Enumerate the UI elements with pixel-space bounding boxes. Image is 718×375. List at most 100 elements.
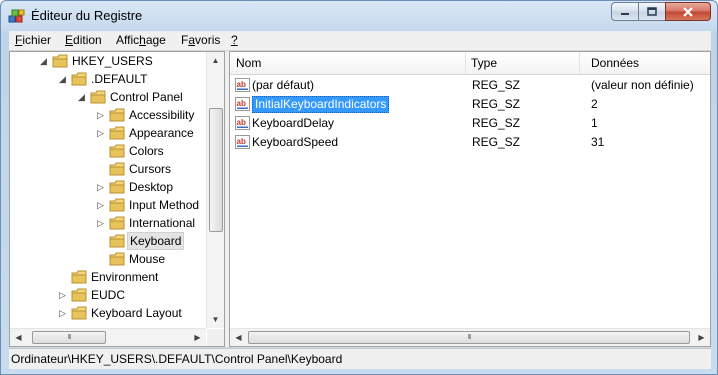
svg-text:ab: ab: [237, 99, 246, 108]
menu-favoris[interactable]: Favoris: [181, 33, 220, 47]
folder-icon: [109, 198, 125, 212]
string-value-icon: ab: [235, 78, 250, 92]
expand-arrow-icon[interactable]: ▷: [59, 304, 68, 322]
tree-item[interactable]: Mouse: [10, 250, 206, 268]
window-title: Éditeur du Registre: [31, 8, 143, 23]
column-header: Nom Type Données: [230, 52, 710, 75]
value-type: REG_SZ: [472, 97, 521, 111]
menu-affichage[interactable]: Affichage: [116, 33, 166, 47]
tree-item-label: Keyboard: [127, 232, 185, 250]
tree-horizontal-scrollbar[interactable]: ◀ III ▶: [10, 328, 206, 346]
minimize-icon: [621, 12, 629, 15]
scroll-up-arrow-icon[interactable]: ▲: [207, 52, 224, 69]
expand-arrow-icon[interactable]: ◢: [78, 88, 87, 106]
folder-icon: [109, 108, 125, 122]
tree-item-label: Desktop: [129, 180, 174, 194]
expand-arrow-icon[interactable]: ▷: [97, 106, 106, 124]
folder-icon: [71, 270, 87, 284]
folder-icon: [109, 126, 125, 140]
close-icon: [683, 6, 693, 17]
values-list[interactable]: Nom Type Données ◀ III ▶ ab (par défaut) R…: [229, 51, 711, 347]
tree-item[interactable]: Colors: [10, 142, 206, 160]
tree-item[interactable]: ▷ Keyboard Layout: [10, 304, 206, 322]
key-tree[interactable]: ▷ Keyboard Layout ▷ EUDC Environment Mouse Key…: [9, 51, 225, 347]
tree-item-label: Control Panel: [110, 90, 183, 104]
tree-item[interactable]: ▷ EUDC: [10, 286, 206, 304]
expand-arrow-icon[interactable]: ▷: [97, 124, 106, 142]
scroll-left-arrow-icon[interactable]: ◀: [230, 329, 247, 346]
tree-item[interactable]: Keyboard: [10, 232, 206, 250]
tree-item-label: Keyboard Layout: [91, 306, 182, 320]
tree-item-label: Input Method: [129, 198, 200, 212]
menu-bar: Fichier Edition Affichage Favoris ?: [9, 31, 711, 51]
expand-arrow-icon[interactable]: ◢: [40, 52, 49, 70]
value-row[interactable]: ab InitialKeyboardIndicators REG_SZ 2: [230, 95, 710, 114]
maximize-icon: [647, 7, 657, 16]
string-value-icon: ab: [235, 135, 250, 149]
tree-item[interactable]: ▷ Desktop: [10, 178, 206, 196]
value-row[interactable]: ab KeyboardDelay REG_SZ 1: [230, 114, 710, 133]
minimize-button[interactable]: [611, 2, 639, 21]
tree-item[interactable]: ◢ Control Panel: [10, 88, 206, 106]
expand-arrow-icon[interactable]: ▷: [97, 178, 106, 196]
tree-item[interactable]: ▷ Appearance: [10, 124, 206, 142]
title-bar[interactable]: Éditeur du Registre: [1, 1, 717, 29]
folder-icon: [71, 288, 87, 302]
folder-icon: [109, 144, 125, 158]
client-area: ▷ Keyboard Layout ▷ EUDC Environment Mouse Key…: [9, 51, 711, 347]
menu-help[interactable]: ?: [231, 33, 238, 47]
registry-editor-icon: [8, 9, 25, 23]
status-bar: Ordinateur\HKEY_USERS\.DEFAULT\Control P…: [9, 348, 711, 369]
maximize-button[interactable]: [638, 2, 666, 21]
list-hscroll-thumb[interactable]: III: [248, 331, 690, 344]
folder-icon: [109, 180, 125, 194]
column-type[interactable]: Type: [465, 52, 580, 74]
tree-item[interactable]: ▷ International: [10, 214, 206, 232]
value-row[interactable]: ab (par défaut) REG_SZ (valeur non définie): [230, 76, 710, 95]
tree-item[interactable]: ▷ Input Method: [10, 196, 206, 214]
tree-vscroll-thumb[interactable]: [209, 108, 223, 232]
folder-icon: [109, 234, 125, 248]
scroll-right-arrow-icon[interactable]: ▶: [189, 329, 206, 346]
tree-hscroll-thumb[interactable]: III: [32, 331, 106, 344]
close-button[interactable]: [665, 2, 711, 21]
value-name: (par défaut): [252, 78, 315, 92]
folder-icon: [109, 252, 125, 266]
string-value-icon: ab: [235, 97, 250, 111]
tree-vertical-scrollbar[interactable]: ▲ ▼: [206, 52, 224, 328]
expand-arrow-icon[interactable]: ◢: [59, 70, 68, 88]
tree-item-label: Environment: [91, 270, 159, 284]
scroll-right-arrow-icon[interactable]: ▶: [693, 329, 710, 346]
column-name[interactable]: Nom: [230, 52, 466, 74]
column-data[interactable]: Données: [585, 52, 710, 74]
tree-item[interactable]: ◢ HKEY_USERS: [10, 52, 206, 70]
status-path: Ordinateur\HKEY_USERS\.DEFAULT\Control P…: [11, 352, 343, 366]
expand-arrow-icon[interactable]: ▷: [97, 214, 106, 232]
scroll-down-arrow-icon[interactable]: ▼: [207, 311, 224, 328]
value-data: 31: [591, 135, 605, 149]
string-value-icon: ab: [235, 116, 250, 130]
value-type: REG_SZ: [472, 116, 521, 130]
tree-item[interactable]: Cursors: [10, 160, 206, 178]
list-horizontal-scrollbar[interactable]: ◀ III ▶: [230, 328, 710, 346]
svg-text:ab: ab: [237, 118, 246, 127]
tree-item[interactable]: ▷ Accessibility: [10, 106, 206, 124]
value-type: REG_SZ: [472, 78, 521, 92]
svg-text:ab: ab: [237, 137, 246, 146]
tree-item[interactable]: ◢ .DEFAULT: [10, 70, 206, 88]
expand-arrow-icon[interactable]: ▷: [97, 196, 106, 214]
tree-item-label: HKEY_USERS: [72, 54, 153, 68]
value-data: (valeur non définie): [591, 78, 694, 92]
expand-arrow-icon[interactable]: ▷: [59, 286, 68, 304]
scroll-left-arrow-icon[interactable]: ◀: [10, 329, 27, 346]
folder-icon: [109, 216, 125, 230]
menu-edition[interactable]: Edition: [65, 33, 102, 47]
menu-fichier[interactable]: Fichier: [15, 33, 51, 47]
value-row[interactable]: ab KeyboardSpeed REG_SZ 31: [230, 133, 710, 152]
tree-item[interactable]: Environment: [10, 268, 206, 286]
